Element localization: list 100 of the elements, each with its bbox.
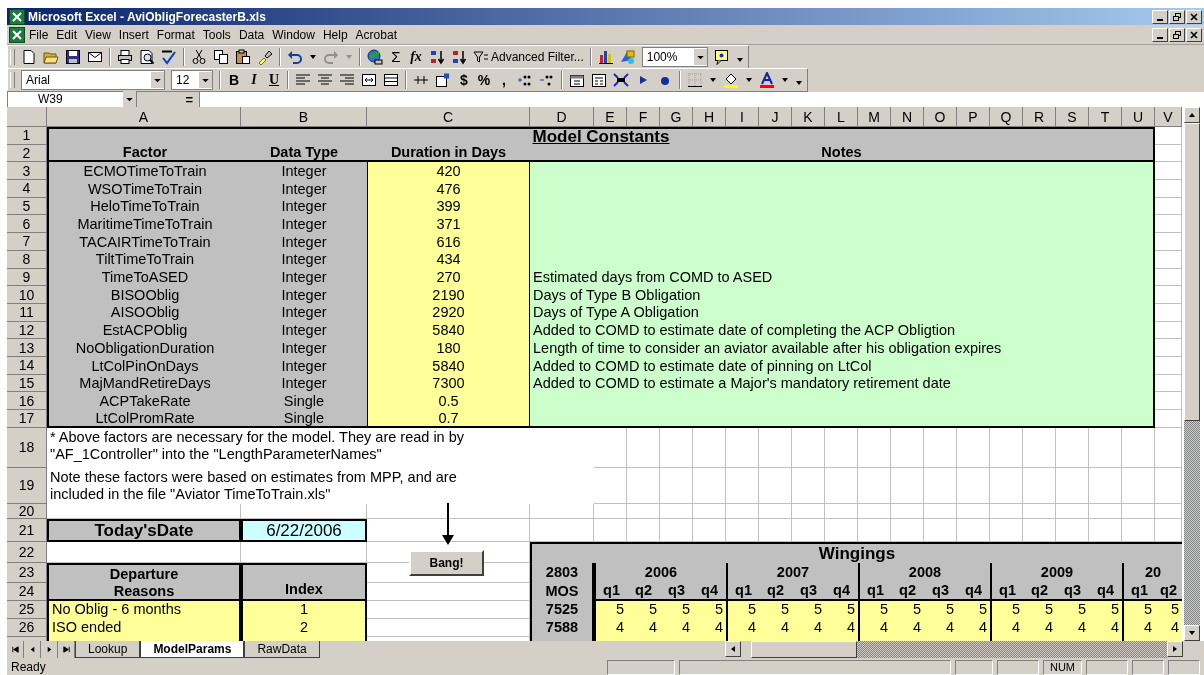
calculator-icon[interactable]: [591, 71, 607, 88]
close-button[interactable]: [1186, 9, 1202, 24]
scroll-thumb[interactable]: [1184, 123, 1200, 421]
menu-item[interactable]: Edit: [52, 27, 82, 42]
help-icon[interactable]: [713, 48, 730, 65]
column-header[interactable]: D: [530, 107, 594, 127]
autosum-button[interactable]: Σ: [389, 48, 403, 65]
save-icon[interactable]: [65, 48, 81, 65]
menu-item[interactable]: Insert: [114, 27, 153, 42]
menu-item[interactable]: File: [25, 27, 53, 42]
column-header[interactable]: L: [825, 107, 858, 127]
font-field[interactable]: Arial: [21, 69, 165, 90]
row-header[interactable]: 23: [7, 562, 47, 583]
column-header[interactable]: K: [792, 107, 825, 127]
fill-bucket-icon[interactable]: [723, 71, 739, 88]
bar-chart-icon[interactable]: [597, 48, 614, 65]
italic-button[interactable]: I: [247, 71, 261, 88]
column-header[interactable]: U: [1122, 107, 1155, 127]
resize-icon[interactable]: [613, 71, 629, 88]
column-header[interactable]: H: [693, 107, 726, 127]
sort-ascending-icon[interactable]: [429, 48, 445, 65]
shapes-icon[interactable]: [619, 48, 636, 65]
menu-item[interactable]: Tools: [198, 27, 235, 42]
column-header[interactable]: E: [594, 107, 627, 127]
column-header[interactable]: M: [858, 107, 891, 127]
sheet-tab[interactable]: RawData: [244, 641, 320, 658]
sort-descending-icon[interactable]: [451, 48, 467, 65]
form-icon[interactable]: [435, 71, 451, 88]
globe-icon[interactable]: [367, 48, 383, 65]
minimize-button[interactable]: [1152, 9, 1168, 24]
row-header[interactable]: 21: [7, 518, 47, 542]
column-header[interactable]: I: [726, 107, 759, 127]
font-size-field[interactable]: 12: [171, 69, 213, 90]
menu-item[interactable]: Help: [318, 27, 352, 42]
merge-center-icon[interactable]: [361, 71, 377, 88]
column-header[interactable]: O: [924, 107, 957, 127]
function-button[interactable]: fx: [409, 48, 423, 65]
row-header[interactable]: 18: [7, 427, 47, 468]
row-header[interactable]: 17: [7, 410, 47, 428]
underline-button[interactable]: U: [267, 71, 281, 88]
formula-equals-button[interactable]: =: [137, 91, 199, 107]
column-header[interactable]: Q: [990, 107, 1023, 127]
sheet-tab[interactable]: Lookup: [75, 641, 141, 658]
bang-button[interactable]: Bang!: [409, 550, 484, 576]
align-left-icon[interactable]: [295, 71, 311, 88]
sheet-tab[interactable]: ModelParams: [140, 641, 245, 658]
row-header[interactable]: 19: [7, 467, 47, 504]
scroll-thumb[interactable]: [751, 641, 857, 658]
percent-button[interactable]: %: [477, 71, 491, 88]
paste-icon[interactable]: [235, 48, 251, 65]
print-icon[interactable]: [117, 48, 133, 65]
align-right-icon[interactable]: [339, 71, 355, 88]
workbook-icon[interactable]: [9, 26, 25, 43]
scroll-up-button[interactable]: [1184, 107, 1200, 123]
caret-icon[interactable]: [123, 91, 136, 107]
row-header[interactable]: 13: [7, 339, 47, 357]
column-header[interactable]: P: [957, 107, 990, 127]
scroll-right-button[interactable]: [1167, 641, 1183, 657]
menu-item[interactable]: Window: [268, 27, 319, 42]
caret-icon[interactable]: [199, 71, 212, 88]
row-header[interactable]: 1: [7, 127, 47, 145]
scroll-left-button[interactable]: [725, 641, 741, 657]
copy-icon[interactable]: [213, 48, 229, 65]
close-button[interactable]: [1186, 27, 1202, 42]
comma-button[interactable]: ,: [497, 71, 511, 88]
scroll-down-button[interactable]: [1184, 625, 1200, 641]
caret-icon[interactable]: [693, 48, 707, 65]
align-center-icon[interactable]: [317, 71, 333, 88]
row-header[interactable]: 22: [7, 541, 47, 563]
scissors-icon[interactable]: [191, 48, 207, 65]
paintbrush-icon[interactable]: [257, 48, 273, 65]
minimize-button[interactable]: [1152, 27, 1168, 42]
column-header[interactable]: F: [627, 107, 660, 127]
font-color-icon[interactable]: [759, 71, 775, 88]
column-header[interactable]: S: [1056, 107, 1089, 127]
table-icon[interactable]: [383, 71, 399, 88]
menu-item[interactable]: Acrobat: [351, 27, 401, 42]
currency-button[interactable]: $: [457, 71, 471, 88]
spell-check-icon[interactable]: [161, 48, 177, 65]
row-header[interactable]: 10: [7, 286, 47, 304]
column-header[interactable]: G: [660, 107, 693, 127]
row-header[interactable]: 7: [7, 233, 47, 251]
row-header[interactable]: 16: [7, 392, 47, 410]
select-all-corner[interactable]: [7, 107, 47, 127]
column-header[interactable]: T: [1089, 107, 1122, 127]
row-header[interactable]: 3: [7, 162, 47, 181]
column-header[interactable]: C: [367, 107, 530, 127]
new-document-icon[interactable]: [21, 48, 37, 65]
column-header[interactable]: J: [759, 107, 792, 127]
column-header[interactable]: B: [241, 107, 367, 127]
column-header[interactable]: N: [891, 107, 924, 127]
column-header[interactable]: R: [1023, 107, 1056, 127]
print-preview-icon[interactable]: [139, 48, 155, 65]
caret-icon[interactable]: [151, 71, 164, 88]
restore-button[interactable]: [1169, 9, 1185, 24]
row-header[interactable]: 4: [7, 180, 47, 198]
row-header[interactable]: 6: [7, 215, 47, 234]
formula-input[interactable]: [199, 91, 1204, 107]
menu-item[interactable]: Format: [152, 27, 199, 42]
restore-button[interactable]: [1169, 27, 1185, 42]
